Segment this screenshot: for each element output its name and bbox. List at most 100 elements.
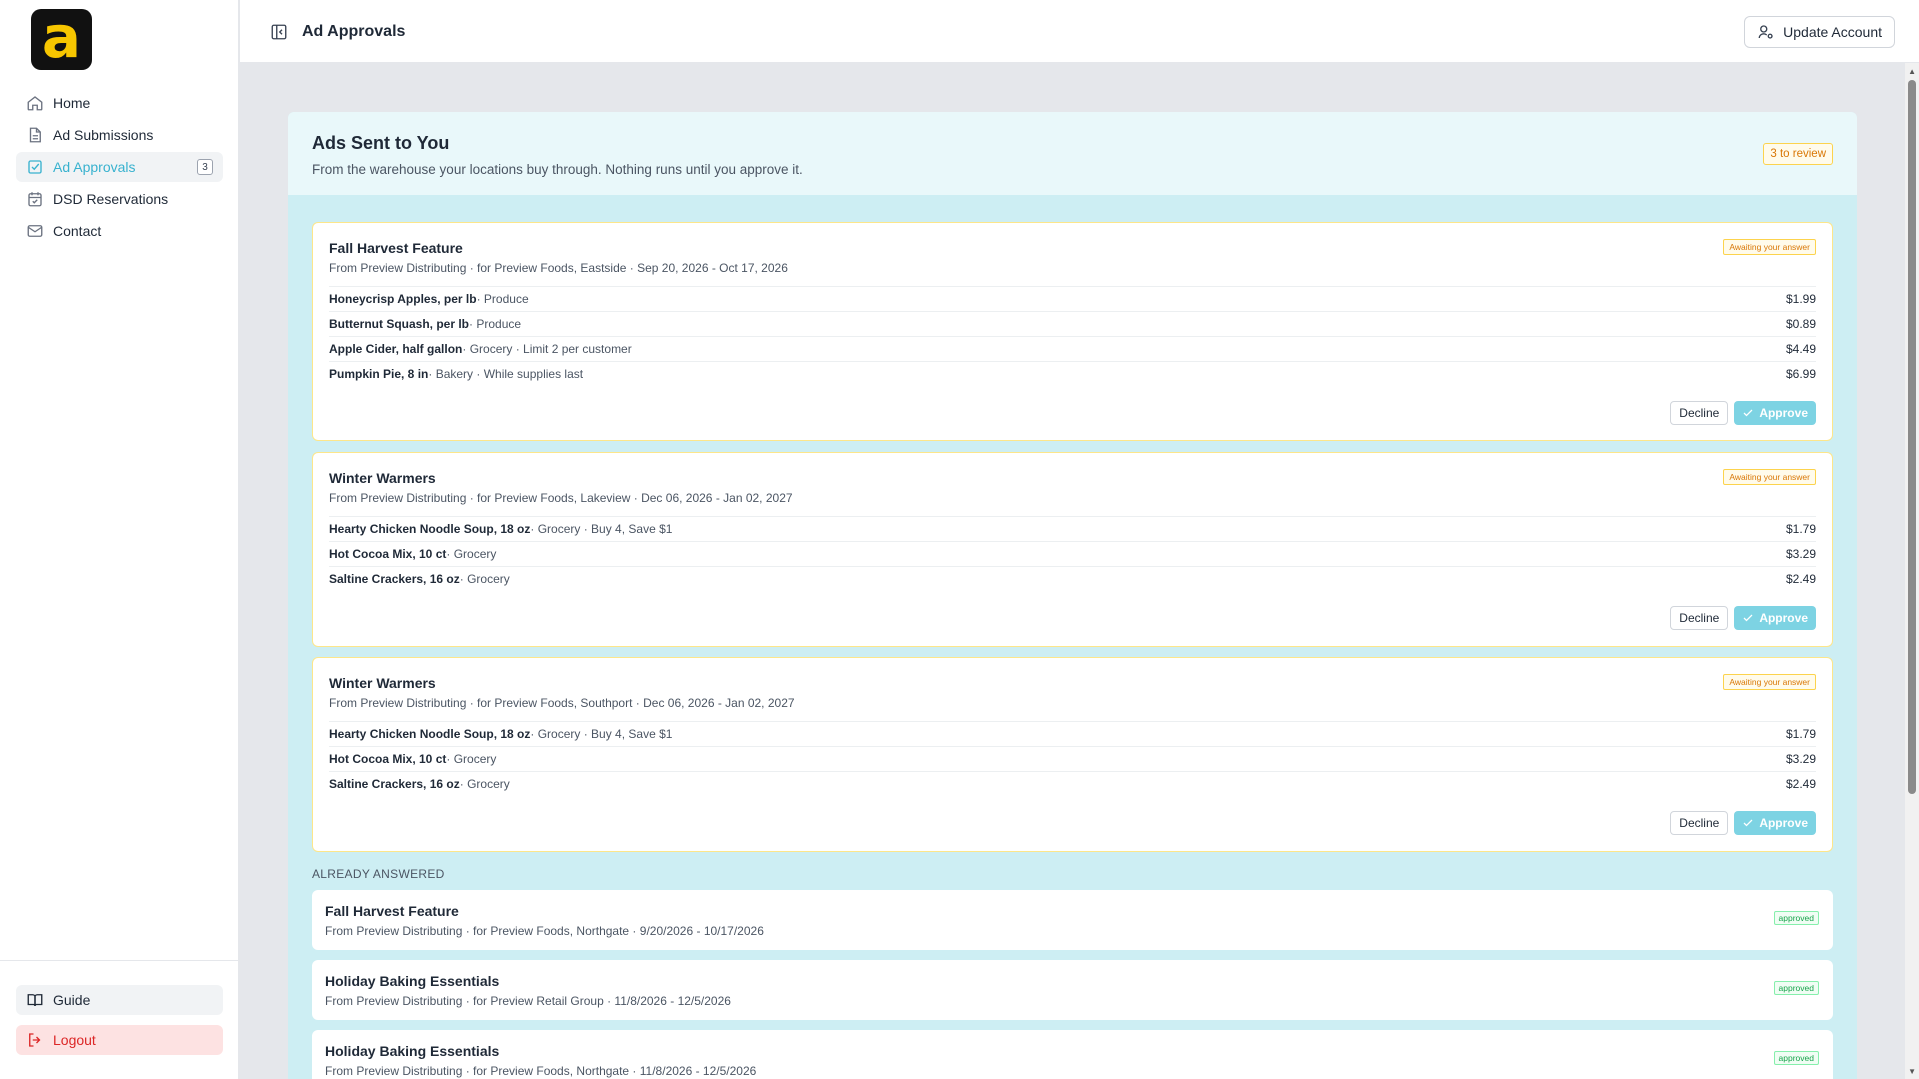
item-details: · Grocery	[459, 572, 510, 586]
user-settings-icon	[1758, 25, 1773, 39]
status-badge: approved	[1773, 981, 1819, 995]
item-price: $1.79	[1785, 522, 1816, 536]
logout-icon	[29, 1033, 41, 1047]
ad-title: Fall Harvest Feature	[329, 240, 463, 256]
sidebar-nav: Home Ad Submissions Ad Approvals 3 DSD R…	[16, 88, 223, 248]
update-account-button[interactable]: Update Account	[1744, 16, 1895, 48]
logout-label: Logout	[53, 1032, 96, 1048]
book-icon	[27, 994, 43, 1007]
item-details: · Bakery · While supplies last	[428, 367, 584, 381]
item-name: Saltine Crackers, 16 oz	[329, 572, 460, 586]
sidebar-item-label: DSD Reservations	[53, 191, 169, 207]
ad-title: Winter Warmers	[329, 675, 436, 691]
item-price: $3.29	[1785, 752, 1816, 766]
approve-button[interactable]: Approve	[1734, 401, 1816, 425]
item-name: Hearty Chicken Noodle Soup, 18 oz	[329, 522, 531, 536]
guide-button[interactable]: Guide	[16, 985, 223, 1015]
sidebar-item-home[interactable]: Home	[16, 88, 223, 118]
item-details: · Grocery	[446, 752, 497, 766]
list-item: Pumpkin Pie, 8 in · Bakery · While suppl…	[329, 361, 1816, 386]
list-item: Saltine Crackers, 16 oz · Grocery $2.49	[329, 566, 1816, 591]
ad-card: Winter Warmers From Preview Distributing…	[312, 452, 1833, 647]
approve-button[interactable]: Approve	[1734, 606, 1816, 630]
ads-panel: Ads Sent to You From the warehouse your …	[288, 112, 1857, 1079]
app-logo[interactable]: a	[31, 2, 92, 71]
ad-card: Winter Warmers From Preview Distributing…	[312, 657, 1833, 852]
item-price: $6.99	[1785, 367, 1816, 381]
document-icon	[29, 127, 41, 143]
list-item: Hot Cocoa Mix, 10 ct · Grocery $3.29	[329, 746, 1816, 771]
list-item: Hearty Chicken Noodle Soup, 18 oz · Groc…	[329, 721, 1816, 746]
section-heading: ALREADY ANSWERED	[312, 867, 445, 881]
approve-label: Approve	[1759, 611, 1808, 625]
home-icon	[27, 96, 43, 111]
item-name: Hearty Chicken Noodle Soup, 18 oz	[329, 727, 531, 741]
sidebar-item-dsd-reservations[interactable]: DSD Reservations	[16, 184, 223, 214]
count-badge: 3	[197, 159, 213, 175]
item-name: Pumpkin Pie, 8 in	[329, 367, 429, 381]
approve-label: Approve	[1759, 816, 1808, 830]
item-list: Hearty Chicken Noodle Soup, 18 oz · Groc…	[329, 721, 1816, 796]
sidebar-item-label: Ad Approvals	[53, 159, 136, 175]
approve-label: Approve	[1759, 406, 1808, 420]
sidebar-item-label: Home	[53, 95, 91, 111]
decline-button[interactable]: Decline	[1670, 606, 1729, 630]
answered-card[interactable]: Holiday Baking Essentials From Preview D…	[312, 960, 1833, 1020]
scrollbar-thumb[interactable]	[1908, 80, 1916, 794]
sidebar-item-ad-approvals[interactable]: Ad Approvals 3	[16, 152, 223, 182]
decline-button[interactable]: Decline	[1670, 811, 1729, 835]
answered-card[interactable]: Fall Harvest Feature From Preview Distri…	[312, 890, 1833, 950]
scroll-up-icon[interactable]: ▲	[1908, 67, 1916, 76]
panel-subtitle: From the warehouse your locations buy th…	[312, 162, 803, 177]
ad-title: Fall Harvest Feature	[325, 903, 459, 919]
item-price: $2.49	[1785, 777, 1816, 791]
item-list: Honeycrisp Apples, per lb · Produce $1.9…	[329, 286, 1816, 386]
decline-button[interactable]: Decline	[1670, 401, 1729, 425]
item-details: · Grocery	[446, 547, 497, 561]
checkbox-icon	[28, 160, 42, 174]
item-price: $0.89	[1785, 317, 1816, 331]
item-name: Hot Cocoa Mix, 10 ct	[329, 752, 447, 766]
list-item: Saltine Crackers, 16 oz · Grocery $2.49	[329, 771, 1816, 796]
ad-meta: From Preview Distributing · for Preview …	[329, 261, 788, 275]
sidebar-item-ad-submissions[interactable]: Ad Submissions	[16, 120, 223, 150]
panel-title: Ads Sent to You	[312, 133, 450, 153]
list-item: Apple Cider, half gallon · Grocery · Lim…	[329, 336, 1816, 361]
item-price: $1.79	[1785, 727, 1816, 741]
mail-icon	[27, 225, 43, 237]
sidebar-item-label: Ad Submissions	[53, 127, 154, 143]
item-name: Saltine Crackers, 16 oz	[329, 777, 460, 791]
sidebar-toggle-icon[interactable]	[270, 23, 288, 41]
ad-title: Holiday Baking Essentials	[325, 1043, 500, 1059]
check-icon	[1743, 819, 1753, 827]
status-badge: Awaiting your answer	[1723, 469, 1816, 485]
item-details: · Grocery · Buy 4, Save $1	[530, 522, 673, 536]
review-count-badge: 3 to review	[1763, 143, 1833, 165]
ad-actions: Decline Approve	[1670, 401, 1816, 425]
update-account-label: Update Account	[1783, 24, 1882, 40]
status-badge: Awaiting your answer	[1723, 674, 1816, 690]
scroll-down-icon[interactable]: ▼	[1908, 1067, 1916, 1076]
ad-actions: Decline Approve	[1670, 811, 1816, 835]
sidebar-divider	[0, 960, 239, 961]
list-item: Hearty Chicken Noodle Soup, 18 oz · Groc…	[329, 516, 1816, 541]
guide-label: Guide	[53, 992, 91, 1008]
ad-title: Winter Warmers	[329, 470, 436, 486]
logo-letter: a	[41, 2, 82, 71]
item-price: $1.99	[1785, 292, 1816, 306]
logout-button[interactable]: Logout	[16, 1025, 223, 1055]
sidebar-item-contact[interactable]: Contact	[16, 216, 223, 246]
list-item: Hot Cocoa Mix, 10 ct · Grocery $3.29	[329, 541, 1816, 566]
sidebar-item-label: Contact	[53, 223, 102, 239]
ad-meta: From Preview Distributing · for Preview …	[325, 924, 764, 938]
ad-title: Holiday Baking Essentials	[325, 973, 500, 989]
calendar-icon	[28, 192, 42, 207]
answered-card[interactable]: Holiday Baking Essentials From Preview D…	[312, 1030, 1833, 1079]
approve-button[interactable]: Approve	[1734, 811, 1816, 835]
check-icon	[1743, 409, 1753, 417]
item-details: · Grocery	[459, 777, 510, 791]
list-item: Honeycrisp Apples, per lb · Produce $1.9…	[329, 286, 1816, 311]
item-name: Butternut Squash, per lb	[329, 317, 470, 331]
status-badge: approved	[1773, 911, 1819, 925]
check-icon	[1743, 614, 1753, 622]
